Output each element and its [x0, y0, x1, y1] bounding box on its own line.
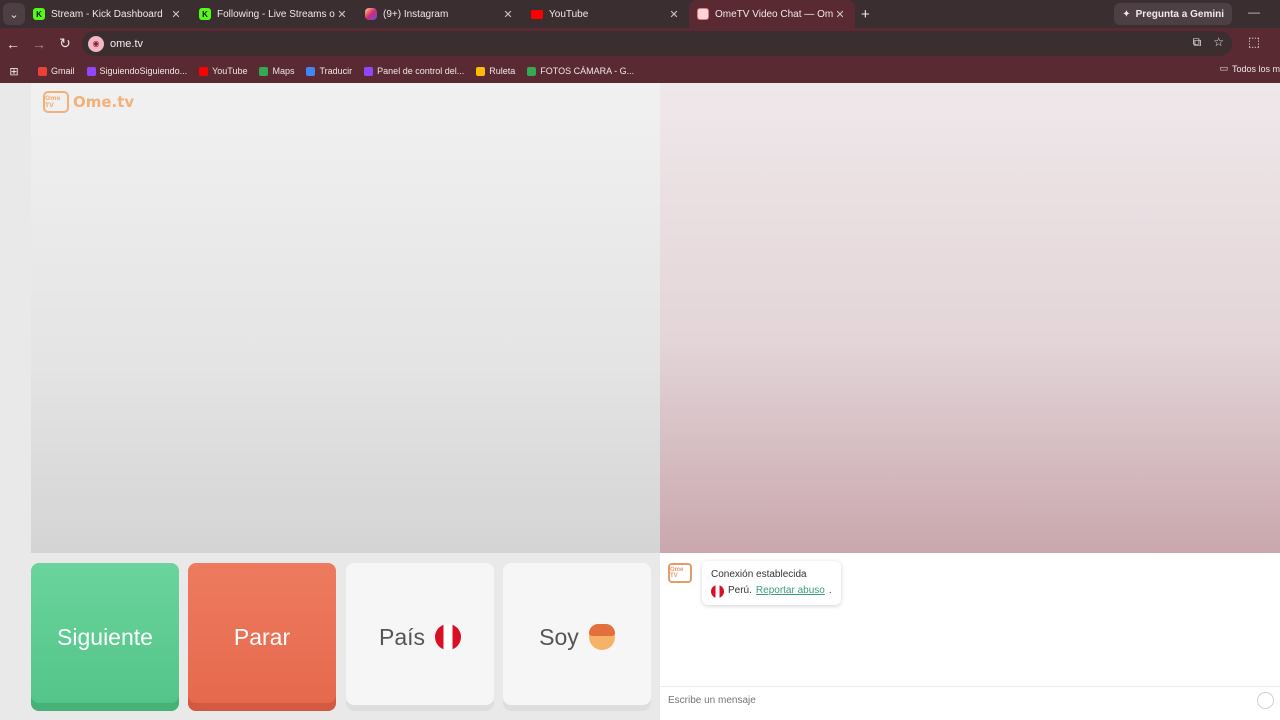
bookmark-gmail[interactable]: Gmail [38, 66, 75, 76]
gemini-icon: ✦ [1122, 8, 1131, 20]
close-tab-icon[interactable]: ✕ [169, 8, 183, 21]
close-tab-icon[interactable]: ✕ [335, 8, 349, 21]
report-abuse-link[interactable]: Reportar abuso [756, 583, 825, 599]
system-message: Conexión establecida Perú. Reportar abus… [702, 561, 841, 605]
wheel-icon [476, 66, 486, 76]
gender-button[interactable]: Soy [503, 563, 651, 711]
tab-title: Stream - Kick Dashboard [51, 8, 163, 20]
all-bookmarks[interactable]: ▭ Todos los m [1219, 63, 1280, 74]
maps-icon [259, 66, 269, 76]
url-text: ome.tv [110, 37, 144, 50]
minimize-icon[interactable]: — [1248, 5, 1260, 19]
all-bookmarks-label: Todos los m [1231, 63, 1280, 74]
bookmark-label: Gmail [51, 66, 75, 76]
tab-youtube[interactable]: YouTube ✕ [523, 0, 689, 28]
tab-ometv[interactable]: OmeTV Video Chat — Ome ✕ [689, 0, 855, 28]
cast-icon[interactable]: ⧉ [1193, 35, 1202, 50]
bookmark-traducir[interactable]: Traducir [306, 66, 352, 76]
kick-icon: K [199, 8, 211, 20]
gender-label: Soy [539, 623, 579, 650]
ometv-chat-icon: Ome TV [668, 563, 692, 583]
remote-video [660, 83, 1280, 553]
bookmark-label: SiguiendoSiguiendo... [99, 66, 188, 76]
youtube-icon [199, 66, 209, 76]
peru-flag-icon [435, 624, 462, 650]
address-bar[interactable]: ◉ ome.tv ⧉ ☆ [82, 31, 1232, 56]
browser-tab-bar: ⌄ K Stream - Kick Dashboard ✕ K Followin… [0, 0, 1280, 28]
message-bar [660, 686, 1280, 714]
translate-icon [306, 66, 316, 76]
tab-instagram[interactable]: (9+) Instagram ✕ [357, 0, 523, 28]
emoji-picker-icon[interactable] [1257, 692, 1274, 709]
site-info-icon[interactable]: ◉ [88, 35, 104, 52]
close-tab-icon[interactable]: ✕ [833, 8, 847, 21]
gemini-label: Pregunta a Gemini [1135, 8, 1224, 20]
bookmarks-bar: ⊞ Gmail SiguiendoSiguiendo... YouTube Ma… [0, 59, 1280, 83]
ometv-icon [697, 8, 709, 20]
bookmark-panel[interactable]: Panel de control del... [364, 66, 464, 76]
tab-title: YouTube [549, 8, 589, 20]
next-button[interactable]: Siguiente [31, 563, 179, 711]
bookmark-star-icon[interactable]: ☆ [1213, 35, 1224, 50]
youtube-icon [531, 9, 543, 19]
bookmark-label: Panel de control del... [377, 66, 465, 76]
report-suffix: . [828, 585, 832, 596]
gmail-icon [38, 66, 47, 76]
instagram-icon [365, 8, 377, 20]
close-tab-icon[interactable]: ✕ [667, 8, 681, 21]
forward-icon[interactable]: → [26, 36, 52, 52]
close-tab-icon[interactable]: ✕ [501, 8, 515, 21]
apps-grid-icon[interactable]: ⊞ [2, 65, 26, 78]
drive-icon [527, 66, 537, 76]
tab-search-icon[interactable]: ⌄ [3, 3, 25, 25]
country-label: País [378, 623, 426, 650]
bookmark-label: Maps [272, 66, 295, 76]
tv-logo-icon: Ome TV [43, 91, 69, 113]
bookmark-label: YouTube [212, 66, 248, 76]
address-toolbar: ← → ↻ ◉ ome.tv ⧉ ☆ ⬚ [0, 28, 1280, 59]
tab-title: OmeTV Video Chat — Ome [715, 8, 833, 20]
peru-flag-icon [711, 584, 724, 598]
tab-kick-following[interactable]: K Following - Live Streams on Kic ✕ [191, 0, 357, 28]
country-button[interactable]: País [346, 563, 494, 711]
kick-icon: K [33, 8, 45, 20]
bookmark-ruleta[interactable]: Ruleta [476, 66, 515, 76]
bookmark-siguiendo[interactable]: SiguiendoSiguiendo... [86, 66, 188, 76]
bookmark-label: Traducir [319, 66, 353, 76]
partner-country: Perú. [728, 585, 752, 596]
twitch-icon [86, 66, 96, 76]
reload-icon[interactable]: ↻ [52, 35, 78, 52]
tab-title: (9+) Instagram [383, 8, 449, 20]
next-label: Siguiente [57, 623, 153, 650]
local-video: Ome TV Ome.tv [31, 83, 660, 553]
bookmark-label: Ruleta [489, 66, 516, 76]
connection-status: Conexión establecida [711, 569, 807, 580]
back-icon[interactable]: ← [0, 36, 26, 52]
message-input[interactable] [668, 695, 1248, 706]
stop-label: Parar [233, 623, 291, 650]
chat-panel: Ome TV Conexión establecida Perú. Report… [660, 553, 1280, 720]
woman-emoji-icon [588, 624, 615, 650]
extensions-icon[interactable]: ⬚ [1248, 34, 1260, 50]
bookmark-maps[interactable]: Maps [259, 66, 294, 76]
twitch-icon [364, 66, 374, 76]
bookmark-label: FOTOS CÁMARA - G... [540, 66, 635, 76]
logo-text: Ome.tv [73, 93, 135, 111]
ometv-page: Ome TV Ome.tv Siguiente Parar País Soy O… [0, 83, 1280, 720]
new-tab-button[interactable]: + [861, 6, 870, 23]
ometv-logo[interactable]: Ome TV Ome.tv [43, 91, 134, 113]
stop-button[interactable]: Parar [188, 563, 336, 711]
bookmark-fotos[interactable]: FOTOS CÁMARA - G... [527, 66, 634, 76]
bookmark-youtube[interactable]: YouTube [199, 66, 247, 76]
folder-icon: ▭ [1219, 63, 1228, 73]
gemini-button[interactable]: ✦ Pregunta a Gemini [1114, 3, 1232, 25]
tab-kick-dashboard[interactable]: K Stream - Kick Dashboard ✕ [25, 0, 191, 28]
tab-title: Following - Live Streams on Kic [217, 8, 335, 20]
